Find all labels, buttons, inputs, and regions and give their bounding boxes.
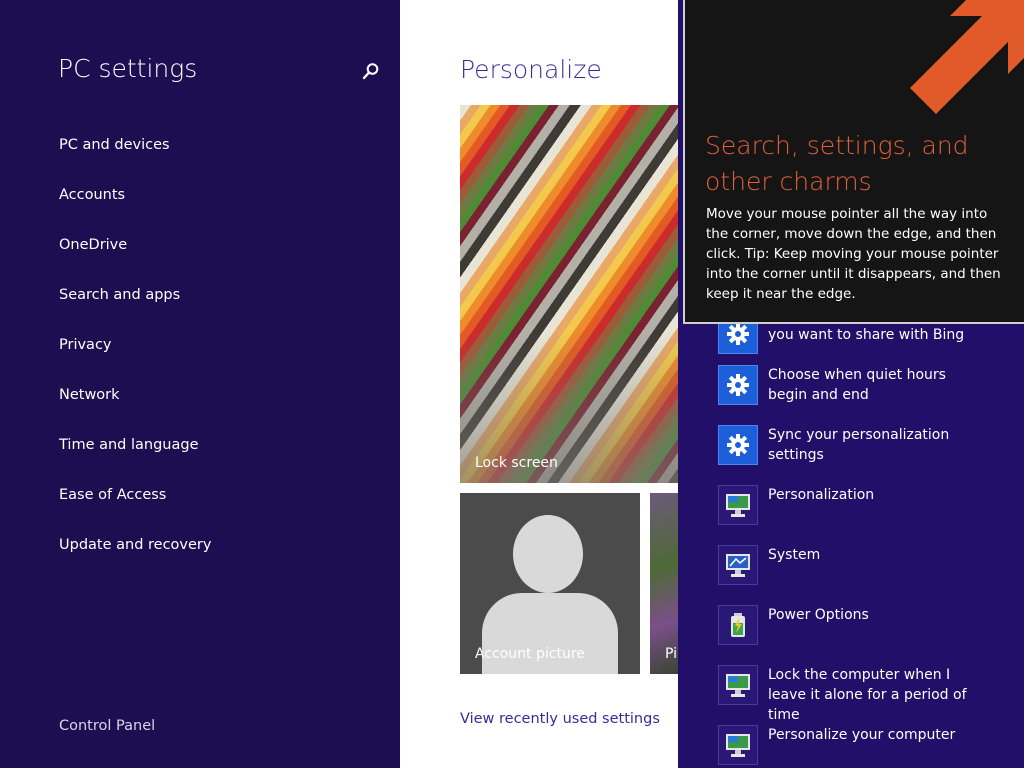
search-result-personalization[interactable]: Personalization	[718, 485, 983, 525]
result-label: Power Options	[768, 607, 869, 623]
system-monitor-icon	[718, 545, 758, 585]
search-icon[interactable]	[362, 62, 380, 80]
sidebar-title: PC settings	[58, 54, 198, 83]
battery-icon	[718, 605, 758, 645]
sidebar-item-onedrive[interactable]: OneDrive	[59, 235, 211, 285]
sidebar-item-network[interactable]: Network	[59, 385, 211, 435]
account-picture-tile[interactable]: Account picture	[460, 493, 640, 674]
search-result-lock-computer[interactable]: Lock the computer when I leave it alone …	[718, 665, 983, 725]
search-result-system[interactable]: System	[718, 545, 983, 585]
monitor-icon	[718, 665, 758, 705]
avatar-head	[513, 515, 583, 593]
sidebar-item-search-and-apps[interactable]: Search and apps	[59, 285, 211, 335]
sidebar-item-time-and-language[interactable]: Time and language	[59, 435, 211, 485]
tooltip-body: Move your mouse pointer all the way into…	[706, 206, 1001, 302]
sidebar-item-update-and-recovery[interactable]: Update and recovery	[59, 535, 211, 585]
result-label: Sync your personalization settings	[768, 427, 950, 463]
result-label: Choose when quiet hours begin and end	[768, 367, 946, 403]
result-label: System	[768, 547, 821, 563]
picture-password-label: Pi	[665, 646, 678, 662]
lock-screen-tile[interactable]: Lock screen	[460, 105, 690, 483]
monitor-icon	[718, 485, 758, 525]
result-label: Lock the computer when I leave it alone …	[768, 667, 967, 723]
sidebar-item-privacy[interactable]: Privacy	[59, 335, 211, 385]
control-panel-link[interactable]: Control Panel	[59, 718, 155, 734]
search-result-personalize-computer[interactable]: Personalize your computer	[718, 725, 983, 765]
view-recently-used-settings-link[interactable]: View recently used settings	[460, 711, 660, 727]
monitor-icon	[718, 725, 758, 765]
page-title: Personalize	[460, 55, 602, 84]
gear-icon	[718, 425, 758, 465]
search-result-quiet-hours[interactable]: Choose when quiet hours begin and end	[718, 365, 983, 405]
search-result-sync-personalization[interactable]: Sync your personalization settings	[718, 425, 983, 465]
sidebar-item-ease-of-access[interactable]: Ease of Access	[59, 485, 211, 535]
lock-screen-label: Lock screen	[475, 455, 558, 471]
corner-arrow-icon	[910, 0, 1024, 114]
pc-settings-sidebar: PC settings PC and devices Accounts OneD…	[0, 0, 400, 768]
sidebar-nav: PC and devices Accounts OneDrive Search …	[59, 135, 211, 585]
sidebar-item-accounts[interactable]: Accounts	[59, 185, 211, 235]
tooltip-title: Search, settings, and other charms	[705, 131, 969, 196]
result-label: Personalization	[768, 487, 875, 503]
result-label: Personalize your computer	[768, 727, 956, 743]
gear-icon	[718, 365, 758, 405]
search-result-power-options[interactable]: Power Options	[718, 605, 983, 645]
result-label: you want to share with Bing	[768, 327, 965, 343]
account-picture-label: Account picture	[475, 646, 585, 662]
sidebar-item-pc-and-devices[interactable]: PC and devices	[59, 135, 211, 185]
